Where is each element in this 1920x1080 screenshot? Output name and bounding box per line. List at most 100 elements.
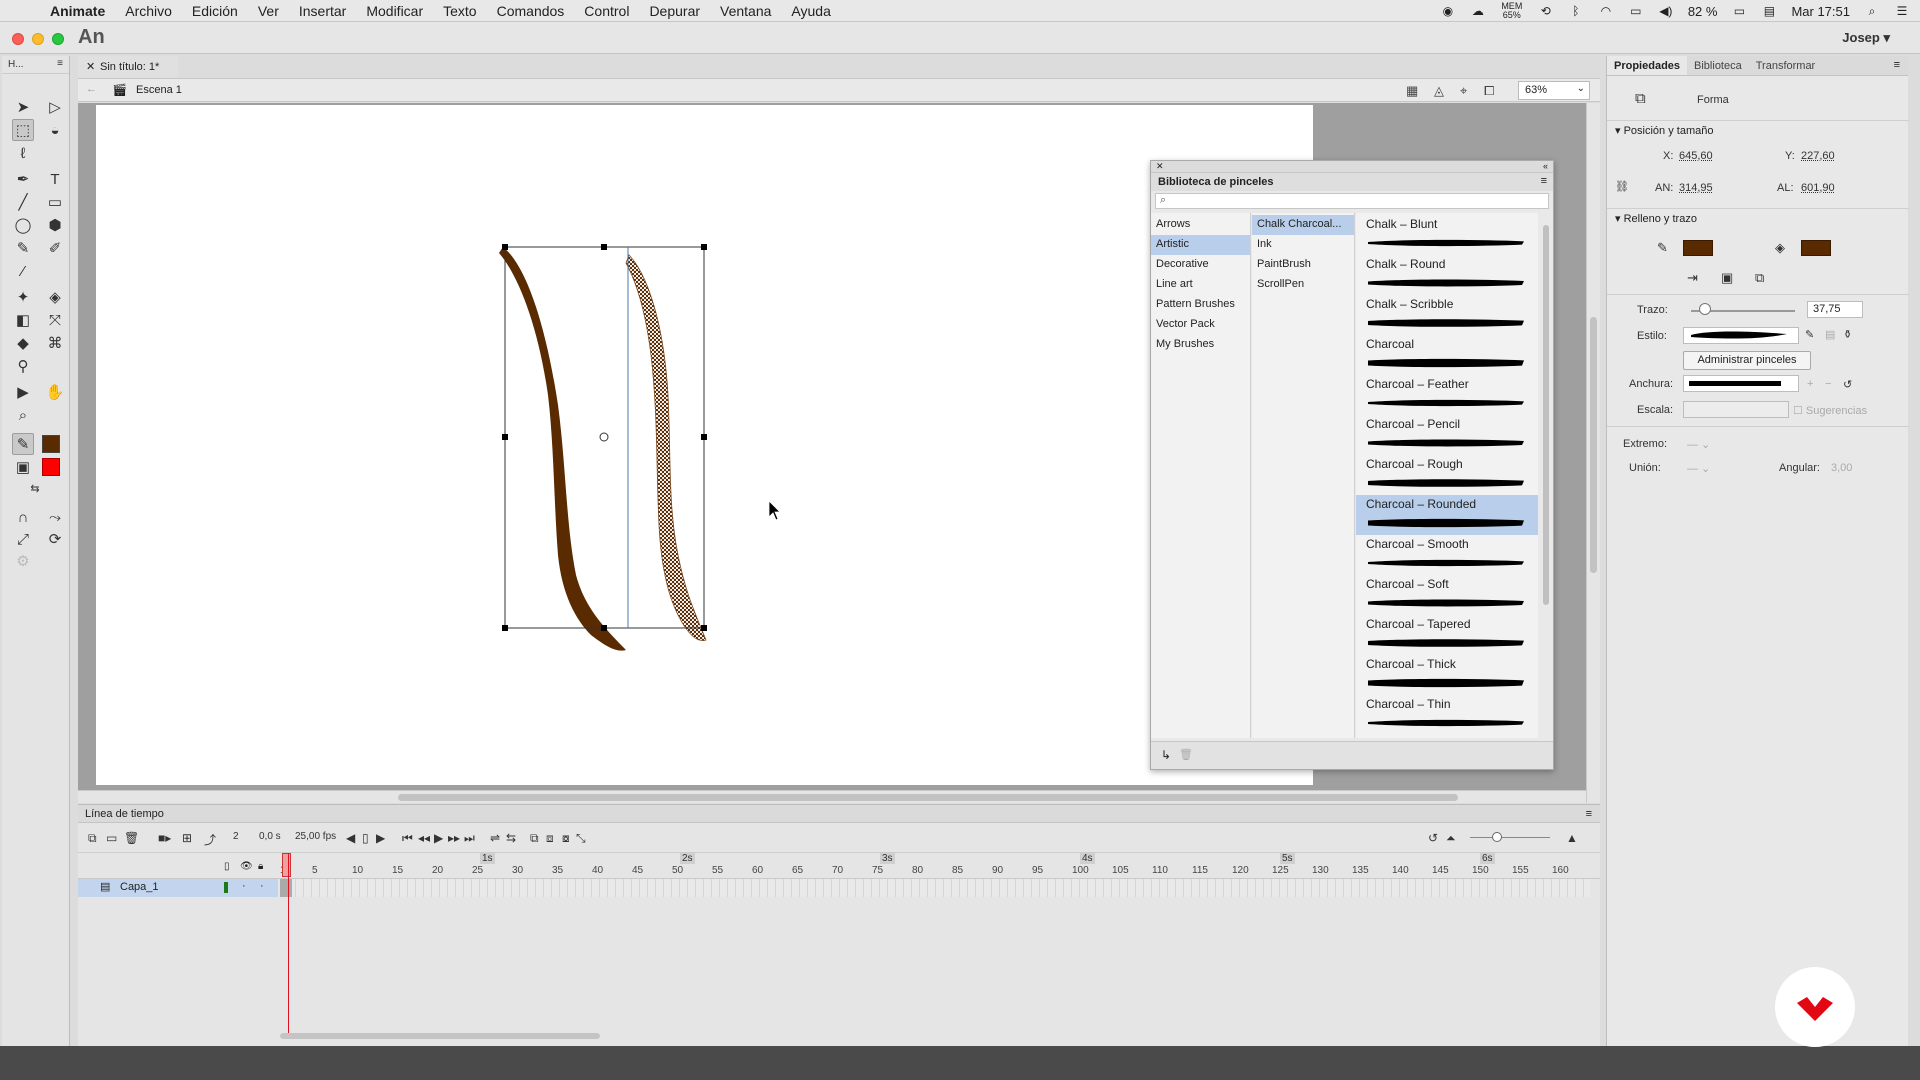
- width-value[interactable]: 314,95: [1679, 182, 1713, 194]
- tab-biblioteca[interactable]: Biblioteca: [1687, 56, 1749, 75]
- join-select[interactable]: — ⌄: [1687, 462, 1710, 475]
- zoom-window-button[interactable]: [52, 33, 64, 45]
- brush-stroke-left[interactable]: [499, 247, 626, 651]
- height-value[interactable]: 601,90: [1801, 182, 1835, 194]
- timeline-ruler[interactable]: ▯ 👁︎ 🔒︎ 15101520253035404550556065707580…: [78, 853, 1600, 879]
- close-window-button[interactable]: [12, 33, 24, 45]
- transform-handle-tc[interactable]: [601, 244, 607, 250]
- stroke-slider-knob[interactable]: [1699, 303, 1711, 315]
- notification-center-icon[interactable]: ☰: [1894, 4, 1910, 18]
- category-pattern-brushes[interactable]: Pattern Brushes: [1151, 295, 1250, 315]
- clock[interactable]: Mar 17:51: [1791, 4, 1850, 19]
- brush-tool-icon[interactable]: ⁄: [12, 260, 34, 282]
- stroke-options-icon[interactable]: ⧉: [1755, 270, 1764, 286]
- trash-icon[interactable]: 🗑︎: [1179, 748, 1193, 761]
- fill-color-icon[interactable]: ▣: [12, 456, 34, 478]
- reset-width-icon[interactable]: ↺: [1843, 378, 1852, 391]
- stroke-color-swatch[interactable]: [42, 435, 60, 453]
- bone-tool-icon[interactable]: ✦: [12, 286, 34, 308]
- asset-warp-tool-icon[interactable]: ⚲: [12, 355, 34, 377]
- brush-preset-item[interactable]: Charcoal – Thick: [1356, 655, 1538, 695]
- transform-handle-ml[interactable]: [502, 434, 508, 440]
- subselection-tool-icon[interactable]: ▷: [44, 96, 66, 118]
- position-size-section[interactable]: ▾ Posición y tamaño: [1607, 120, 1909, 140]
- paint-brush-tool-icon[interactable]: ✐: [44, 237, 66, 259]
- menu-depurar[interactable]: Depurar: [639, 3, 710, 19]
- undo-icon[interactable]: ↺: [1428, 831, 1438, 845]
- brush-preset-item[interactable]: Charcoal: [1356, 335, 1538, 375]
- rectangle-tool-icon[interactable]: ▭: [44, 191, 66, 213]
- swap-colors-icon[interactable]: ⇆: [24, 477, 46, 499]
- lock-all-layers-icon[interactable]: 🔒︎: [258, 861, 263, 872]
- category-vector-pack[interactable]: Vector Pack: [1151, 315, 1250, 335]
- hand-tool-icon[interactable]: ✋: [44, 381, 66, 403]
- stage-vertical-scrollbar[interactable]: [1586, 103, 1600, 803]
- memory-indicator[interactable]: MEM 65%: [1500, 2, 1524, 20]
- free-transform-tool-icon[interactable]: ⬚: [12, 119, 34, 141]
- category-decorative[interactable]: Decorative: [1151, 255, 1250, 275]
- back-arrow-icon[interactable]: ←: [86, 83, 97, 95]
- brush-options-icon[interactable]: ▤: [1825, 328, 1835, 341]
- input-source-icon[interactable]: ▤: [1761, 4, 1777, 18]
- brush-preset-item[interactable]: Charcoal – Thin: [1356, 695, 1538, 735]
- add-to-document-icon[interactable]: ↳: [1161, 748, 1171, 762]
- subcategory-ink[interactable]: Ink: [1252, 235, 1354, 255]
- ink-bottle-tool-icon[interactable]: ◧: [12, 309, 34, 331]
- paint-bucket-tool-icon[interactable]: ◈: [44, 286, 66, 308]
- close-panel-icon[interactable]: ✕: [1156, 161, 1164, 172]
- zoom-select[interactable]: 63% ⌄: [1518, 81, 1590, 100]
- brush-preset-item[interactable]: Charcoal – Rough: [1356, 455, 1538, 495]
- transform-handle-tr[interactable]: [701, 244, 707, 250]
- fill-color-chip[interactable]: [1801, 240, 1831, 256]
- menu-comandos[interactable]: Comandos: [487, 3, 575, 19]
- frame-rate[interactable]: 25,00 fps: [295, 831, 336, 842]
- zoom-in-icon[interactable]: ▲: [1566, 831, 1578, 845]
- brush-list-scrollbar[interactable]: [1541, 213, 1551, 738]
- snap-to-objects-icon[interactable]: ∩: [12, 506, 34, 528]
- wifi-icon[interactable]: ◠: [1598, 4, 1614, 18]
- record-icon[interactable]: ◉: [1440, 4, 1456, 18]
- previous-frame-icon[interactable]: ◀: [346, 831, 355, 845]
- category-artistic[interactable]: Artistic: [1151, 235, 1250, 255]
- layer-name[interactable]: Capa_1: [120, 881, 159, 893]
- transform-handle-tl[interactable]: [502, 244, 508, 250]
- current-time[interactable]: 0,0 s: [259, 831, 281, 842]
- brush-preset-item[interactable]: Chalk – Scribble: [1356, 295, 1538, 335]
- show-hide-all-layers-icon[interactable]: 👁︎: [240, 861, 253, 872]
- tab-propiedades[interactable]: Propiedades: [1607, 56, 1688, 75]
- panel-menu-icon[interactable]: ≡: [1586, 808, 1592, 820]
- collapse-panel-icon[interactable]: «: [1543, 161, 1548, 171]
- panel-menu-icon[interactable]: ≡: [57, 58, 63, 69]
- play-icon[interactable]: ▶: [434, 831, 443, 845]
- volume-icon[interactable]: ◀): [1658, 4, 1674, 18]
- document-tab[interactable]: ✕ Sin título: 1*: [78, 56, 178, 78]
- delete-layer-icon[interactable]: 🗑︎: [124, 831, 139, 845]
- go-to-last-frame-icon[interactable]: ⏭: [464, 831, 475, 846]
- edit-scene-icon[interactable]: ▦: [1406, 83, 1418, 99]
- oval-tool-icon[interactable]: ◯: [12, 214, 34, 236]
- hints-checkbox[interactable]: ☐ Sugerencias: [1793, 404, 1867, 417]
- clip-content-icon[interactable]: ⧠: [1484, 83, 1494, 99]
- category-arrows[interactable]: Arrows: [1151, 215, 1250, 235]
- time-machine-icon[interactable]: ⟲: [1538, 4, 1554, 18]
- layer-row[interactable]: ▤ Capa_1 · ·: [78, 879, 278, 897]
- brush-preset-item[interactable]: Charcoal – Soft: [1356, 575, 1538, 615]
- stroke-color-chip[interactable]: [1683, 240, 1713, 256]
- menu-edicion[interactable]: Edición: [182, 3, 248, 19]
- camera-icon[interactable]: ■▸: [158, 831, 171, 845]
- new-folder-icon[interactable]: ▭: [106, 831, 117, 845]
- polystar-tool-icon[interactable]: ⬢: [44, 214, 66, 236]
- category-line-art[interactable]: Line art: [1151, 275, 1250, 295]
- zoom-slider[interactable]: [1470, 837, 1550, 838]
- scrollbar-thumb[interactable]: [280, 1033, 600, 1039]
- manage-brushes-button[interactable]: Administrar pinceles: [1683, 351, 1811, 370]
- pen-tool-icon[interactable]: ✒: [12, 168, 34, 190]
- creative-cloud-icon[interactable]: ☁: [1470, 4, 1486, 18]
- smooth-icon[interactable]: ⤳: [44, 506, 66, 528]
- transform-handle-mr[interactable]: [701, 434, 707, 440]
- transform-pivot-point[interactable]: [599, 432, 609, 442]
- menu-ayuda[interactable]: Ayuda: [781, 3, 840, 19]
- battery-icon[interactable]: ▭: [1731, 4, 1747, 18]
- eraser-tool-icon[interactable]: ◆: [12, 332, 34, 354]
- brush-preset-item[interactable]: Charcoal – Pencil: [1356, 415, 1538, 455]
